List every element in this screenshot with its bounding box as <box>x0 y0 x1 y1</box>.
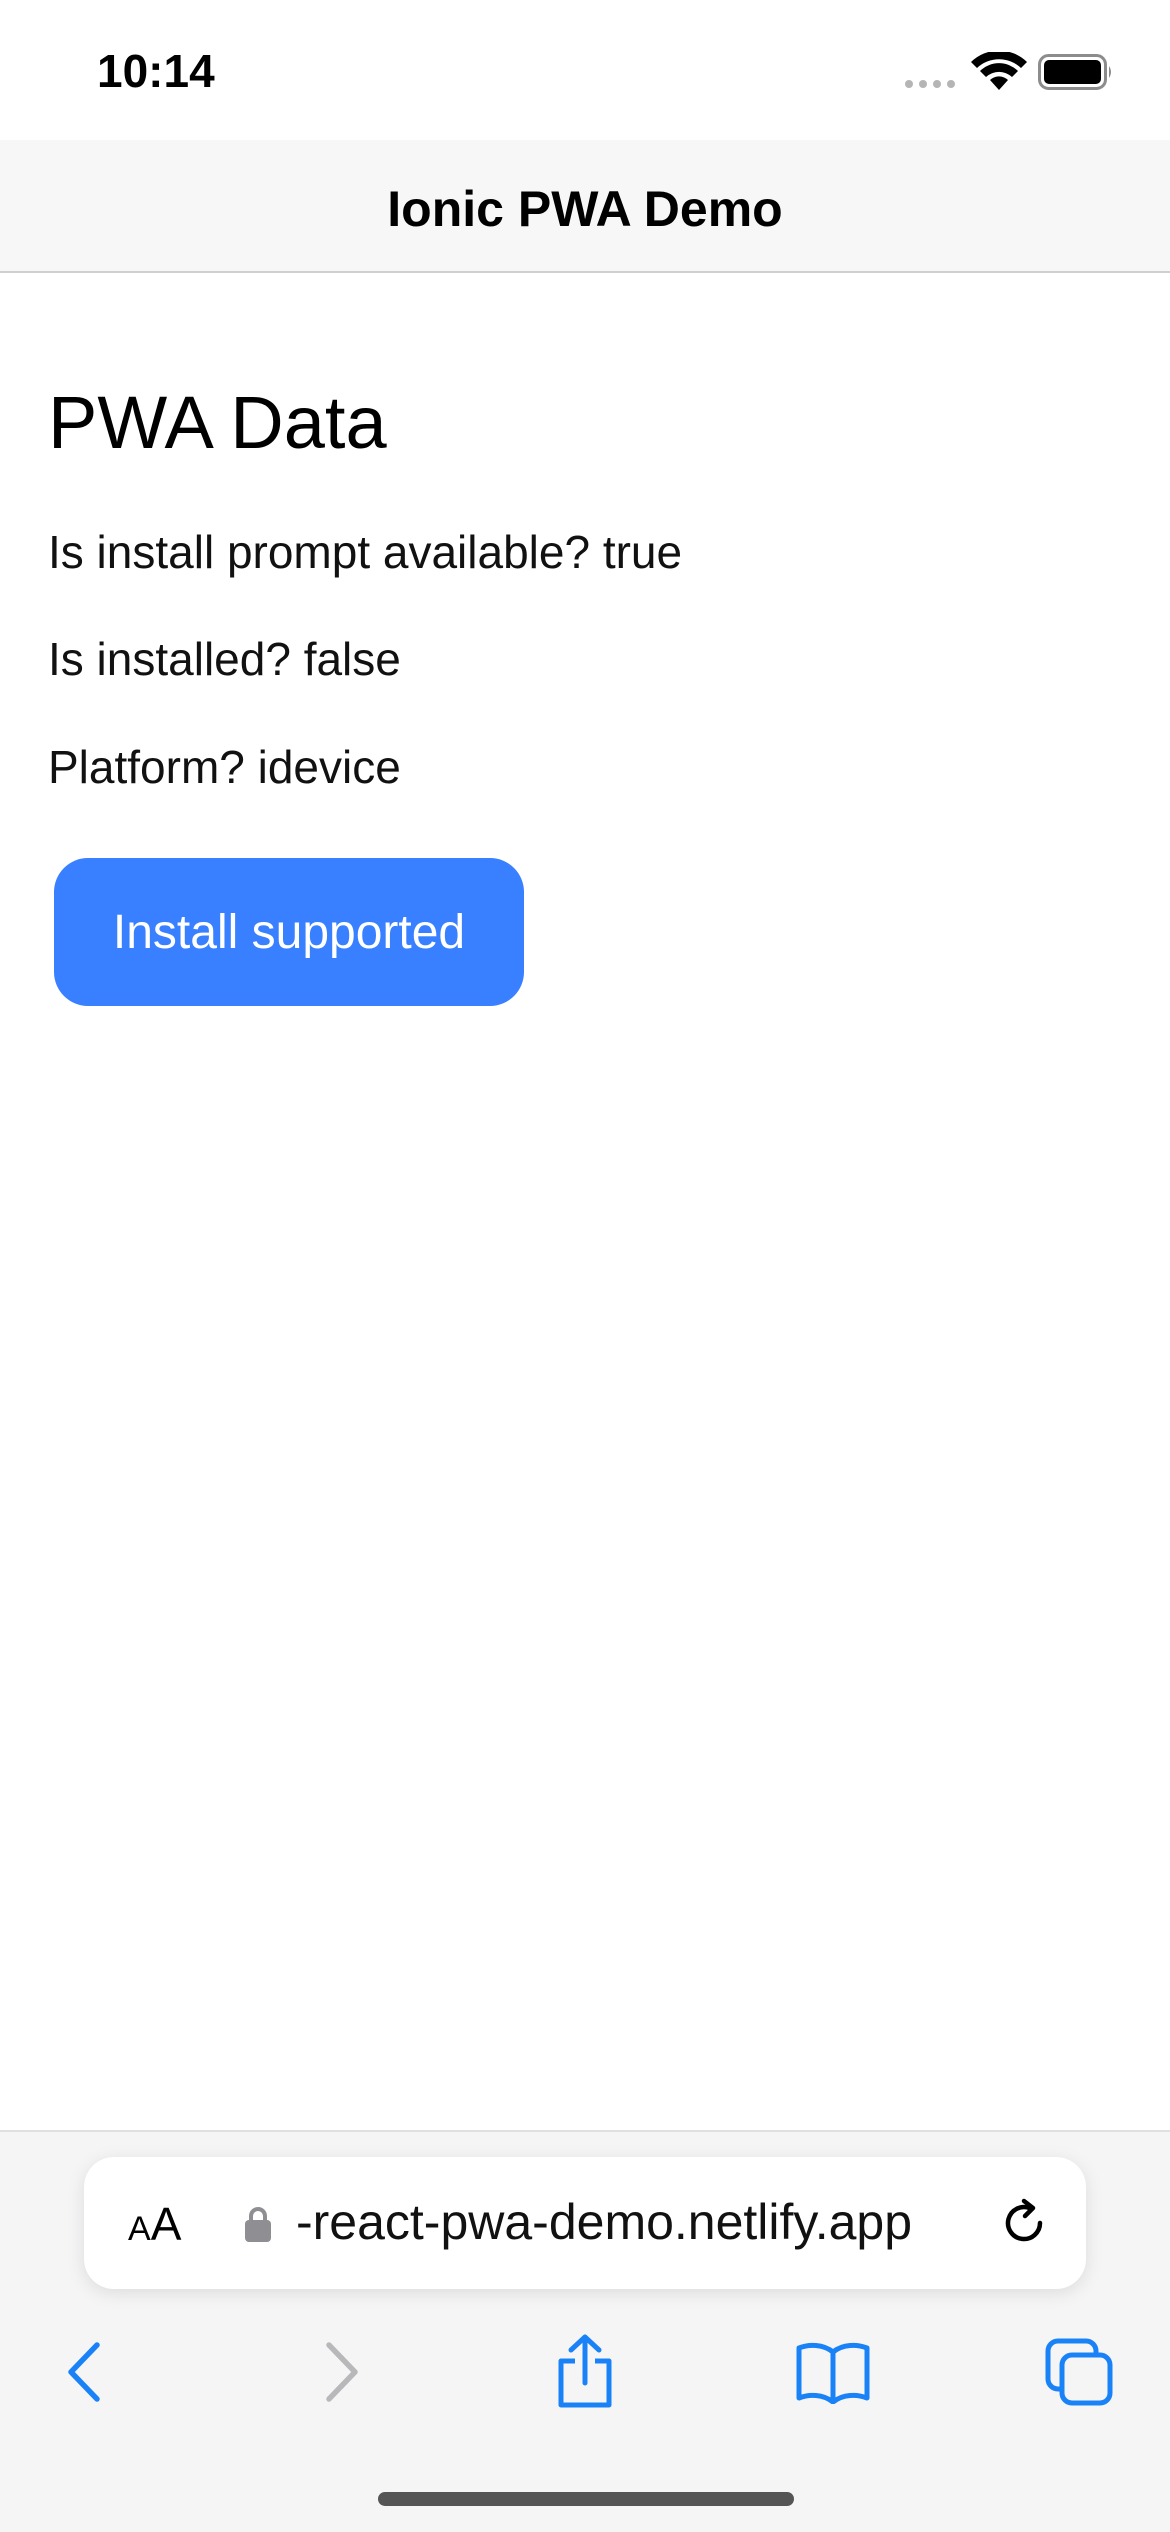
lock-icon <box>245 2207 271 2242</box>
status-time: 10:14 <box>97 45 215 97</box>
platform-status: Platform? idevice <box>48 741 401 793</box>
main-content: PWA Data Is install prompt available? tr… <box>0 275 1170 2130</box>
back-icon <box>68 2342 100 2402</box>
section-title: PWA Data <box>48 381 387 464</box>
forward-icon <box>326 2342 358 2402</box>
wifi-icon <box>971 52 1027 90</box>
install-prompt-status: Is install prompt available? true <box>48 526 683 578</box>
home-indicator[interactable] <box>378 2492 794 2506</box>
address-bar[interactable]: AA -react-pwa-demo.netlify.app <box>84 2157 1086 2289</box>
back-button[interactable] <box>32 2317 142 2427</box>
browser-toolbar: AA -react-pwa-demo.netlify.app <box>0 2130 1170 2532</box>
cellular-signal-icon <box>905 80 955 88</box>
status-bar: 10:14 <box>0 0 1170 140</box>
tabs-icon <box>1045 2338 1113 2406</box>
installed-status: Is installed? false <box>48 633 401 685</box>
tabs-button[interactable] <box>1024 2317 1134 2427</box>
page-title: Ionic PWA Demo <box>387 181 783 237</box>
url-text[interactable]: -react-pwa-demo.netlify.app <box>296 2193 912 2251</box>
app-header: Ionic PWA Demo <box>0 140 1170 273</box>
text-size-button[interactable]: AA <box>128 2197 181 2251</box>
reload-icon[interactable] <box>996 2195 1052 2251</box>
text-size-small-label: A <box>128 2210 151 2248</box>
browser-nav-row <box>0 2317 1170 2427</box>
share-button[interactable] <box>530 2317 640 2427</box>
battery-icon <box>1038 54 1111 90</box>
forward-button[interactable] <box>284 2317 394 2427</box>
install-button[interactable]: Install supported <box>54 858 524 1006</box>
text-size-large-label: A <box>150 2198 182 2250</box>
bookmarks-button[interactable] <box>778 2317 888 2427</box>
bookmarks-icon <box>796 2342 870 2404</box>
share-icon <box>558 2334 612 2408</box>
